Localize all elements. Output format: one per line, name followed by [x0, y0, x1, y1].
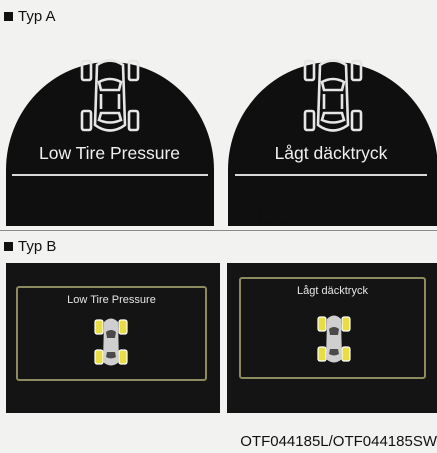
display-divider-line: [12, 174, 208, 176]
type-a-panel-swedish: Lågt däcktryck: [225, 30, 437, 226]
section-label-type-b: Typ B: [4, 238, 56, 255]
car-tire-status-icon: [317, 315, 351, 363]
message-frame: Low Tire Pressure: [16, 286, 207, 381]
car-tire-status-icon: [94, 318, 128, 366]
section-label-type-a-text: Typ A: [18, 8, 56, 25]
low-tire-pressure-message: Lågt däcktryck: [297, 285, 368, 297]
type-b-panel-english: Low Tire Pressure: [6, 263, 220, 413]
type-a-panel-english: Low Tire Pressure: [0, 30, 219, 226]
message-frame: Lågt däcktryck: [239, 277, 426, 379]
square-bullet-icon: [4, 242, 13, 251]
car-top-view-icon: [80, 59, 140, 132]
display-divider-line: [235, 174, 427, 176]
car-top-view-icon: [303, 59, 363, 132]
figure-caption-type-b: OTF044185L/OTF044185SW: [240, 433, 437, 450]
type-b-panel-swedish: Lågt däcktryck: [227, 263, 437, 413]
low-tire-pressure-message: Low Tire Pressure: [67, 294, 156, 306]
section-divider: [0, 230, 437, 231]
square-bullet-icon: [4, 12, 13, 21]
figure-caption-type-a: OTF044169L/OTF044169SW: [240, 208, 437, 225]
low-tire-pressure-message: Low Tire Pressure: [38, 143, 181, 163]
section-label-type-b-text: Typ B: [18, 238, 57, 255]
section-label-type-a: Typ A: [4, 8, 56, 25]
low-tire-pressure-message: Lågt däcktryck: [274, 143, 388, 163]
